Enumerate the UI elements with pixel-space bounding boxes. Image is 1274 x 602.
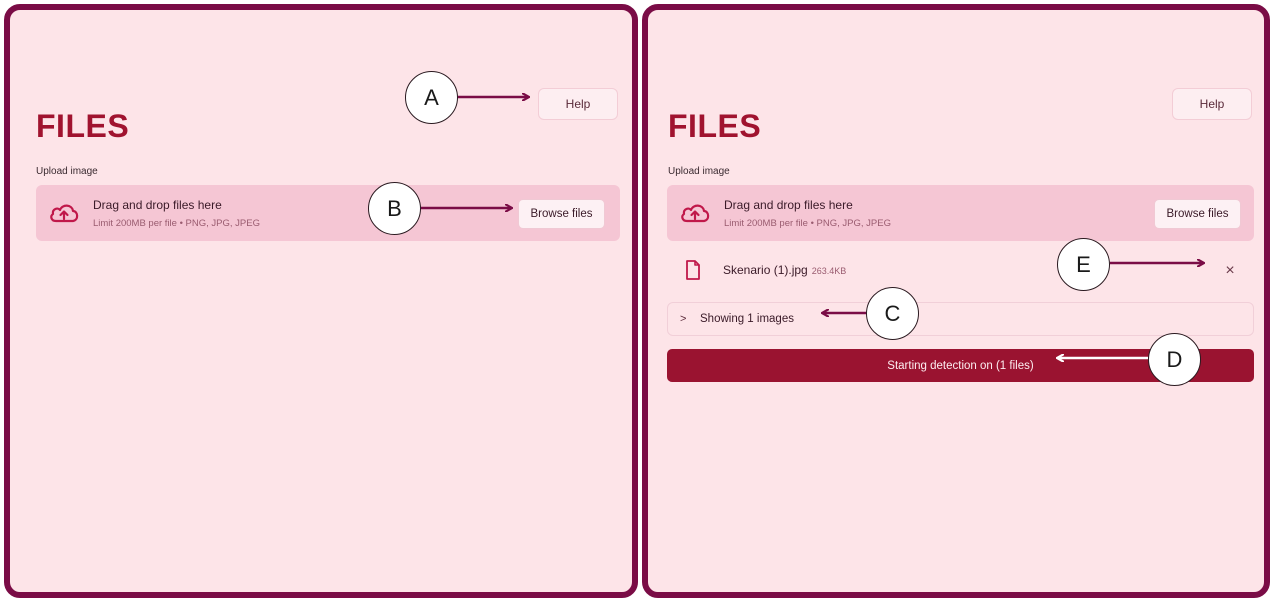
file-name-text: Skenario (1).jpg xyxy=(723,263,808,277)
remove-file-icon[interactable]: × xyxy=(1220,261,1240,281)
left-panel: Help FILES Upload image Drag and drop fi… xyxy=(4,4,638,598)
file-dropzone[interactable]: Drag and drop files here Limit 200MB per… xyxy=(667,185,1254,241)
chevron-right-icon: > xyxy=(680,313,687,325)
dropzone-title: Drag and drop files here xyxy=(93,198,222,212)
images-expander[interactable]: > Showing 1 images xyxy=(667,302,1254,336)
file-dropzone[interactable]: Drag and drop files here Limit 200MB per… xyxy=(36,185,620,241)
upload-label: Upload image xyxy=(36,166,98,177)
dropzone-limit: Limit 200MB per file • PNG, JPG, JPEG xyxy=(724,218,891,229)
right-panel: Help FILES Upload image Drag and drop fi… xyxy=(642,4,1270,598)
dropzone-title: Drag and drop files here xyxy=(724,198,853,212)
callout-d: D xyxy=(1148,333,1201,386)
expander-label: Showing 1 images xyxy=(700,313,794,325)
browse-files-button[interactable]: Browse files xyxy=(1154,199,1241,229)
file-icon xyxy=(686,260,700,280)
browse-files-button[interactable]: Browse files xyxy=(518,199,605,229)
cloud-upload-icon xyxy=(681,204,710,223)
help-button[interactable]: Help xyxy=(538,88,618,120)
callout-a: A xyxy=(405,71,458,124)
callout-e: E xyxy=(1057,238,1110,291)
callout-b: B xyxy=(368,182,421,235)
help-button[interactable]: Help xyxy=(1172,88,1252,120)
file-size: 263.4KB xyxy=(811,266,847,276)
cloud-upload-icon xyxy=(50,204,79,223)
callout-c: C xyxy=(866,287,919,340)
file-name: Skenario (1).jpg 263.4KB xyxy=(723,263,846,277)
page-title: FILES xyxy=(36,108,130,144)
dropzone-limit: Limit 200MB per file • PNG, JPG, JPEG xyxy=(93,218,260,229)
uploaded-file-row: Skenario (1).jpg 263.4KB × xyxy=(667,250,1254,294)
page-title: FILES xyxy=(668,108,762,144)
upload-label: Upload image xyxy=(668,166,730,177)
